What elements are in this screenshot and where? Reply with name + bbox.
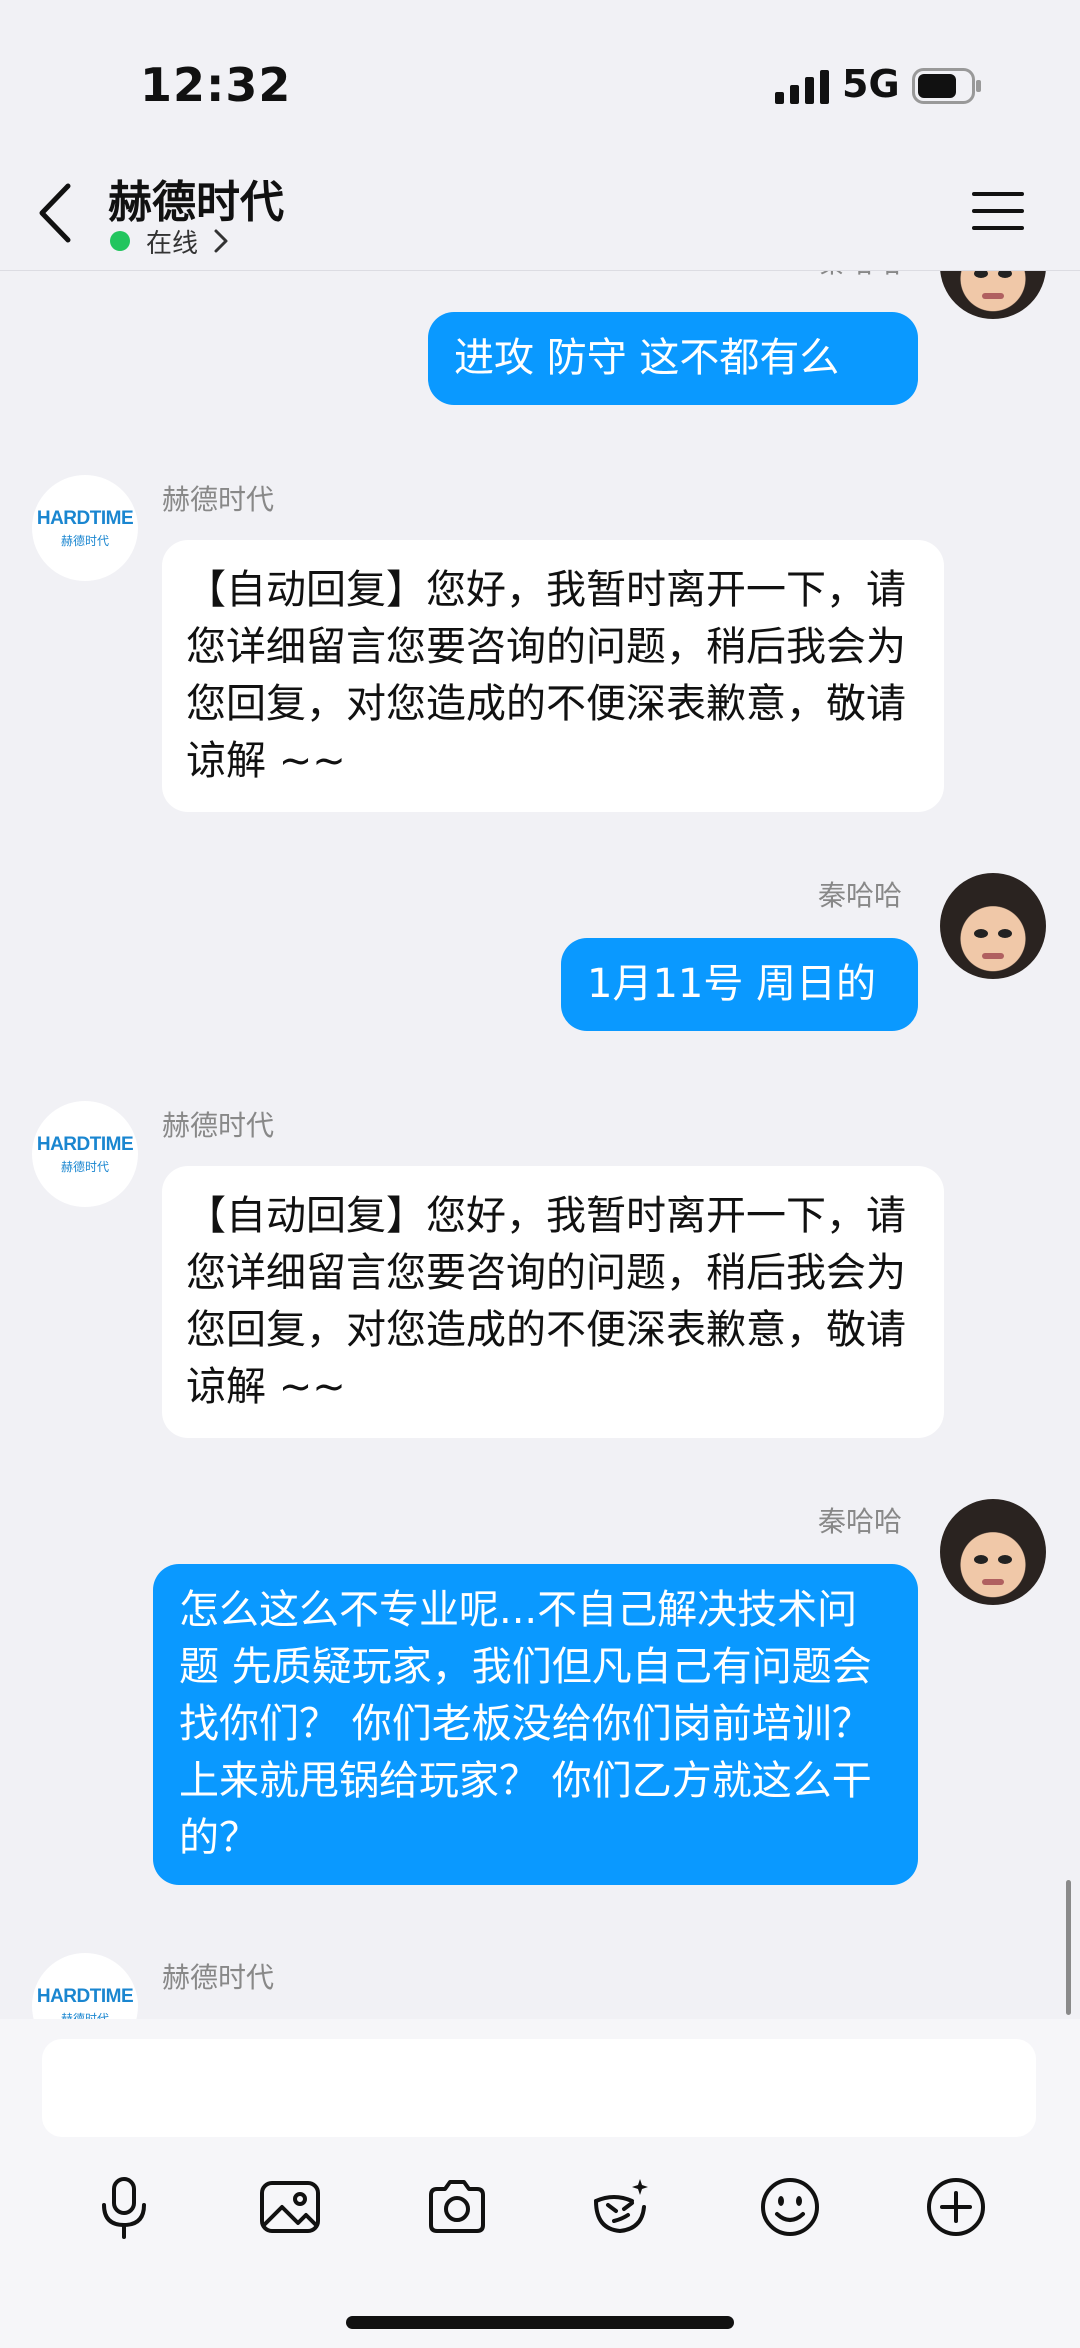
chevron-right-icon [214, 229, 228, 253]
my-avatar[interactable] [940, 1499, 1046, 1605]
chat-scrollbar[interactable] [1066, 1880, 1071, 2015]
sender-name: 赫德时代 [162, 1961, 275, 1994]
camera-icon[interactable] [421, 2171, 493, 2243]
message-input[interactable] [42, 2039, 1036, 2137]
input-area [0, 2019, 1080, 2348]
status-bar: 12:32 5G [0, 0, 1080, 160]
menu-icon[interactable] [970, 188, 1026, 234]
sticker-icon[interactable] [584, 2171, 656, 2243]
message-bubble-received[interactable]: 【自动回复】您好，我暂时离开一下，请您详细留言您要咨询的问题，稍后我会为您回复，… [162, 540, 944, 812]
emoji-icon[interactable] [754, 2171, 826, 2243]
microphone-icon[interactable] [88, 2171, 160, 2243]
sender-name: 秦哈哈 [817, 879, 902, 912]
message-bubble-sent[interactable]: 怎么这么不专业呢...不自己解决技术问题 先质疑玩家，我们但凡自己有问题会找你们… [153, 1564, 918, 1885]
image-icon[interactable] [254, 2171, 326, 2243]
status-time: 12:32 [140, 58, 292, 112]
chat-title[interactable]: 赫德时代 [108, 166, 284, 230]
sender-name: 赫德时代 [162, 1109, 275, 1142]
input-toolbar [0, 2159, 1080, 2259]
battery-icon [912, 68, 981, 104]
sender-name: 秦哈哈 [818, 271, 902, 281]
message-bubble-sent[interactable]: 进攻 防守 这不都有么 [428, 312, 918, 405]
sender-name: 秦哈哈 [817, 1505, 902, 1538]
network-type: 5G [842, 62, 900, 106]
cellular-signal-icon [775, 70, 829, 104]
message-bubble-sent[interactable]: 1月11号 周日的 [561, 938, 918, 1031]
shop-avatar[interactable]: HARDTIME 赫德时代 [32, 475, 138, 581]
shop-avatar[interactable]: HARDTIME 赫德时代 [32, 1101, 138, 1207]
chat-header: 赫德时代 在线 [0, 160, 1080, 271]
my-avatar[interactable] [940, 873, 1046, 979]
logo-text: HARDTIME [36, 507, 134, 529]
logo-text: HARDTIME [36, 1985, 134, 2007]
online-dot-icon [110, 231, 130, 251]
logo-subtext: 赫德时代 [60, 533, 109, 548]
sender-name: 赫德时代 [162, 483, 275, 516]
logo-text: HARDTIME [36, 1133, 134, 1155]
plus-icon[interactable] [920, 2171, 992, 2243]
online-status[interactable]: 在线 [110, 224, 230, 259]
online-label: 在线 [146, 228, 199, 259]
logo-subtext: 赫德时代 [60, 2011, 109, 2020]
back-arrow-icon[interactable] [32, 178, 82, 248]
home-indicator[interactable] [346, 2316, 734, 2329]
chat-messages[interactable]: 秦哈哈 进攻 防守 这不都有么 HARDTIME 赫德时代 赫德时代 【自动回复… [0, 271, 1080, 2019]
my-avatar[interactable] [940, 271, 1046, 319]
shop-avatar[interactable]: HARDTIME 赫德时代 [32, 1953, 138, 2019]
message-bubble-received[interactable]: 【自动回复】您好，我暂时离开一下，请您详细留言您要咨询的问题，稍后我会为您回复，… [162, 1166, 944, 1438]
logo-subtext: 赫德时代 [60, 1159, 109, 1174]
